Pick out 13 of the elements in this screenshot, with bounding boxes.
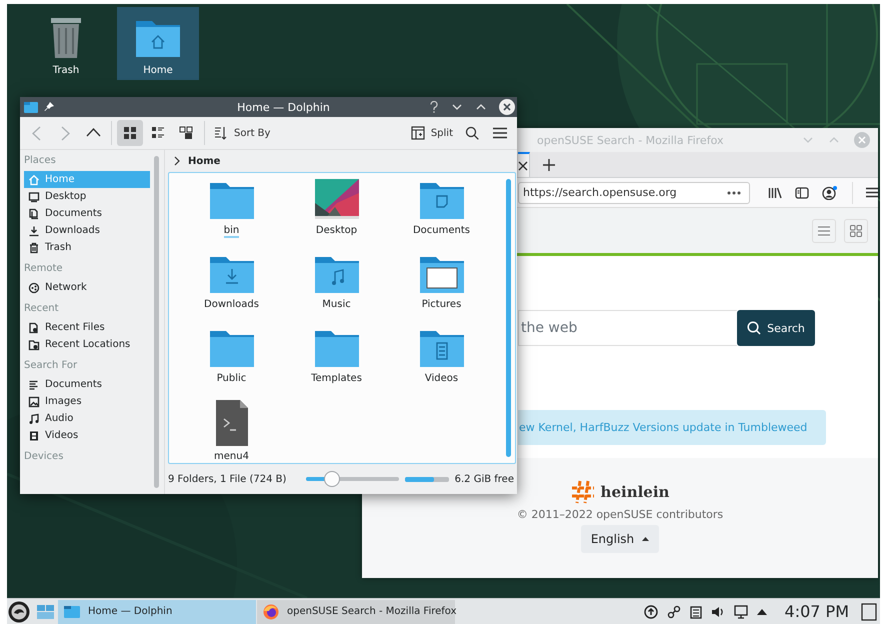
show-desktop-icon[interactable] bbox=[861, 602, 877, 620]
volume-icon[interactable] bbox=[710, 604, 725, 618]
clock[interactable]: 4:07 PM bbox=[784, 602, 849, 621]
taskbar-task[interactable]: Home — Dolphin bbox=[58, 600, 256, 624]
taskbar-task[interactable]: openSUSE Search - Mozilla Firefox bbox=[257, 600, 455, 624]
folder-icon bbox=[64, 605, 80, 618]
connect-icon[interactable] bbox=[666, 604, 681, 618]
display-icon[interactable] bbox=[734, 604, 748, 618]
update-icon[interactable] bbox=[644, 604, 658, 618]
expand-tray-icon[interactable] bbox=[756, 608, 767, 614]
clipboard-icon[interactable] bbox=[690, 604, 702, 618]
browser-icon bbox=[263, 604, 279, 620]
start-menu-icon[interactable] bbox=[8, 600, 30, 622]
